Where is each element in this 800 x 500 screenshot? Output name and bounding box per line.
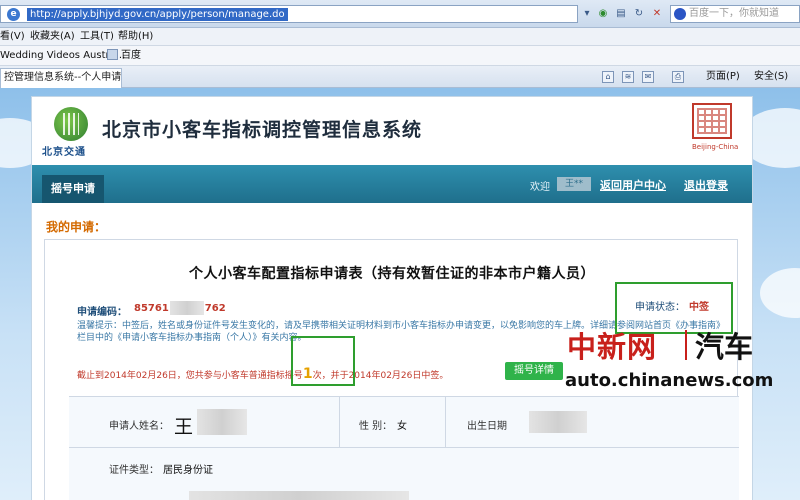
welcome-text: 欢迎 [530,182,550,193]
gender-label: 性 别： [359,421,393,432]
form-title: 个人小客车配置指标申请表（持有效暂住证的非本市户籍人员） [189,266,595,282]
home-icon[interactable]: ⌂ [602,71,614,83]
baidu-search-icon [674,8,686,20]
applicant-name-value: 王 [174,416,194,438]
dropdown-arrow-icon[interactable]: ▾ [580,7,594,21]
count-highlight-box [291,336,355,386]
site-page: 北京交通 北京市小客车指标调控管理信息系统 Beijing-China 摇号申请… [31,96,753,500]
watermark-brand: 中新网 [567,330,658,364]
site-title: 北京市小客车指标调控管理信息系统 [102,119,423,141]
watermark-subbrand: 汽车 [695,330,754,364]
address-bar: e http://apply.bjhjyd.gov.cn/apply/perso… [0,0,800,28]
applicant-info-grid: 申请人姓名： 王 性 别： 女 出生日期 证件类型： 居民身份证 [69,396,739,500]
menu-help[interactable]: 帮助(H) [118,30,153,44]
search-placeholder: 百度一下，你就知道 [689,8,779,19]
cloud-decoration [760,268,800,318]
nav-bar: 摇号申请 欢迎 王** 返回用户中心 退出登录 [32,165,752,203]
redacted-block [197,409,247,435]
applicant-name-label: 申请人姓名： [109,421,169,432]
chinanews-watermark: 中新网 汽车 auto.chinanews.com [555,320,795,400]
seal-caption: Beijing-China [692,143,739,151]
redacted-block [170,301,204,315]
safety-menu[interactable]: 安全(S) [754,71,788,83]
gender-value: 女 [397,421,407,432]
refresh-icon[interactable]: ↻ [632,7,646,21]
menu-tools[interactable]: 工具(T) [80,30,114,44]
lock-icon: ◉ [598,8,608,19]
menu-favorites[interactable]: 收藏夹(A) [30,30,75,44]
application-number-label: 申请编码： [77,307,127,318]
address-url[interactable]: http://apply.bjhjyd.gov.cn/apply/person/… [27,8,288,21]
menu-bar: 看(V) 收藏夹(A) 工具(T) 帮助(H) [0,28,800,46]
logout-link[interactable]: 退出登录 [684,177,728,193]
favorites-bar: Wedding Videos Austra... 百度 [0,46,800,66]
tab-lottery-application[interactable]: 摇号申请 [42,175,104,203]
beijing-transport-logo-icon [54,107,88,141]
logo-text: 北京交通 [42,147,86,158]
browser-tab[interactable]: 控管理信息系统--个人申请 [0,68,122,88]
compatibility-icon[interactable]: ▤ [614,7,628,21]
print-icon[interactable]: ⎙ [672,71,684,83]
feeds-icon[interactable]: ≋ [622,71,634,83]
page-viewport: 北京交通 北京市小客车指标调控管理信息系统 Beijing-China 摇号申请… [0,88,800,500]
id-type-value: 居民身份证 [163,465,213,476]
page-menu[interactable]: 页面(P) [706,71,740,83]
birth-date-label: 出生日期 [467,421,507,432]
lottery-notice: 截止到2014年02月26日，您共参与小客车普通指标摇号1次，并于2014年02… [77,366,449,382]
redacted-block [529,411,587,433]
stop-icon[interactable]: ✕ [650,7,664,21]
id-type-label: 证件类型： [109,465,159,476]
redacted-block [189,491,409,500]
menu-view[interactable]: 看(V) [0,30,25,44]
page-icon [107,49,118,60]
favorite-item-baidu[interactable]: 百度 [107,49,141,63]
capital-seal-logo [692,103,732,139]
ie-page-icon: e [7,8,20,21]
site-header: 北京交通 北京市小客车指标调控管理信息系统 Beijing-China [32,97,752,161]
tab-bar: 控管理信息系统--个人申请 ⌂ ≋ ✉ ⎙ 页面(P) 安全(S) [0,66,800,88]
section-label: 我的申请： [46,220,107,234]
search-input[interactable]: 百度一下，你就知道 [670,5,800,23]
username-badge: 王** [557,177,591,191]
watermark-url: auto.chinanews.com [565,370,774,391]
user-center-link[interactable]: 返回用户中心 [600,177,666,193]
address-input[interactable]: e http://apply.bjhjyd.gov.cn/apply/perso… [0,5,578,23]
mail-icon[interactable]: ✉ [642,71,654,83]
